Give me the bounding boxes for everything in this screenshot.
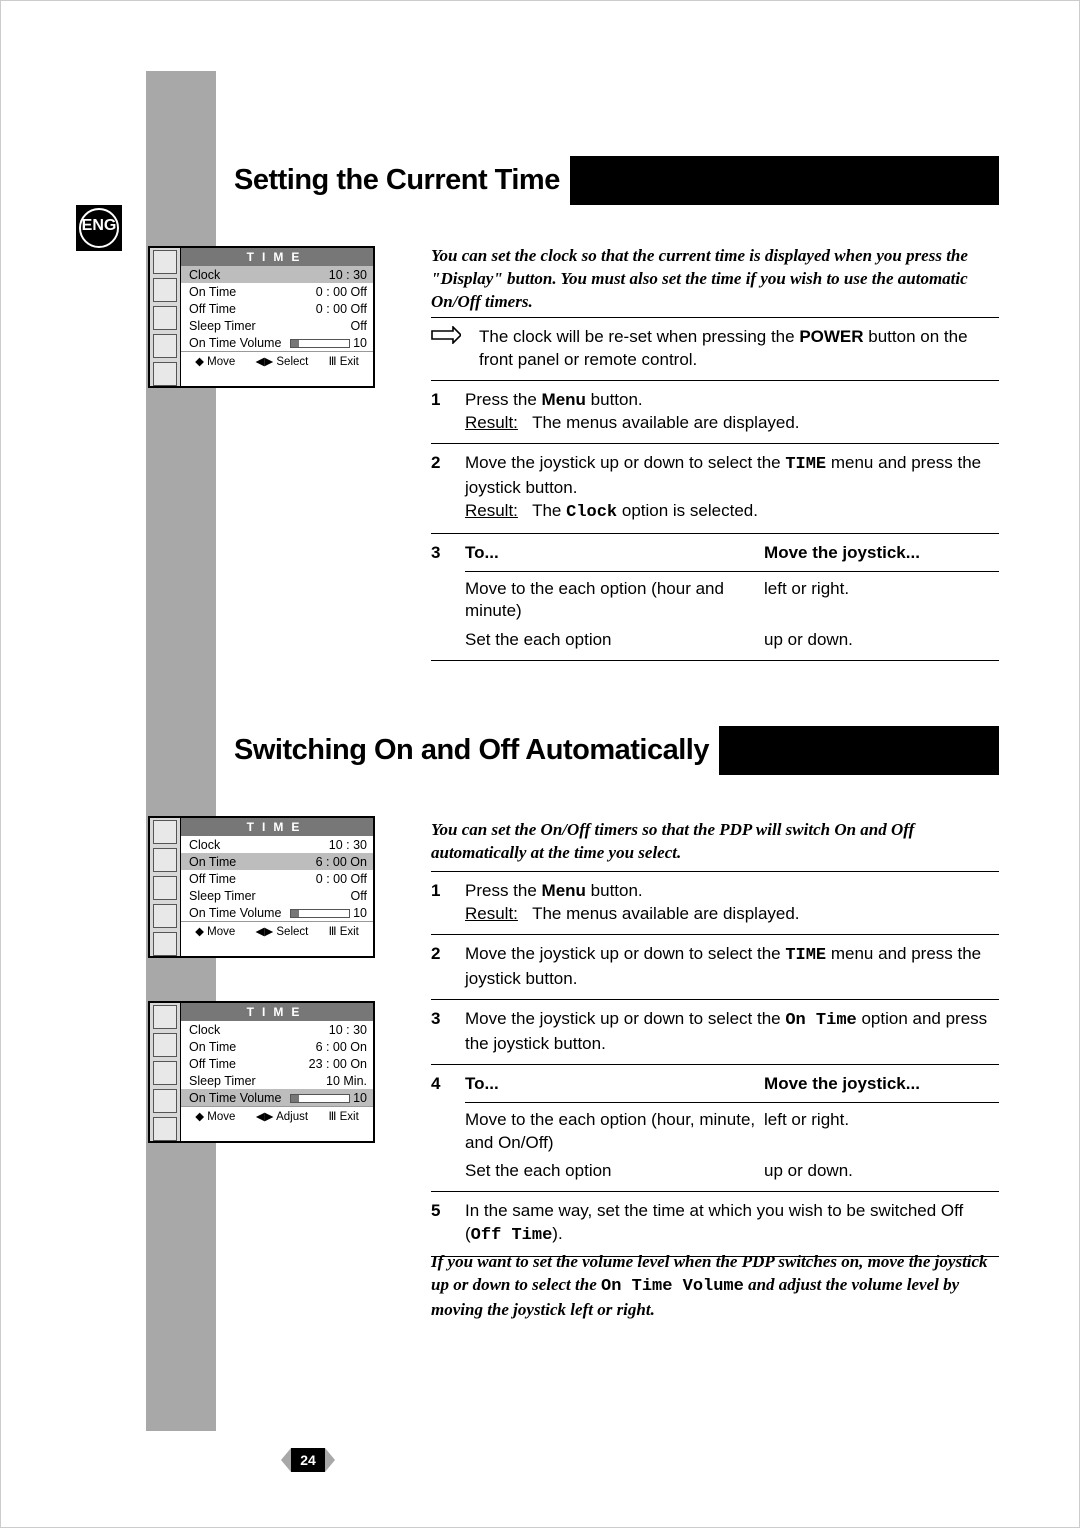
osd-row-volume: On Time Volume 10 (181, 334, 373, 351)
osd-icon (153, 876, 177, 900)
osd-icon (153, 848, 177, 872)
step-row: 3 To...Move the joystick... Move to the … (431, 534, 999, 661)
volume-slider-icon (290, 1094, 350, 1103)
osd-icon (153, 306, 177, 330)
osd-row-clock: Clock10 : 30 (181, 1021, 373, 1038)
osd-footer: ◆ Move ◀▶ Select Ⅲ Exit (181, 921, 373, 940)
osd-row-off-time: Off Time0 : 00 Off (181, 300, 373, 317)
osd-icon (153, 1005, 177, 1029)
divider (465, 1102, 999, 1103)
note-row: The clock will be re-set when pressing t… (431, 318, 999, 380)
divider (431, 660, 999, 661)
osd-icon (153, 278, 177, 302)
osd-icon-rail (150, 1003, 181, 1141)
heading-2-text: Switching On and Off Automatically (216, 726, 719, 775)
osd-row-volume: On Time Volume 10 (181, 904, 373, 921)
osd-screenshot-c: TIME Clock10 : 30 On Time6 : 00 On Off T… (148, 1001, 375, 1143)
osd-row-on-time: On Time6 : 00 On (181, 853, 373, 870)
osd-icon-rail (150, 818, 181, 956)
page-number: 24 (291, 1448, 325, 1472)
heading-1-text: Setting the Current Time (216, 156, 570, 205)
osd-footer: ◆ Move ◀▶ Adjust Ⅲ Exit (181, 1106, 373, 1125)
osd-row-sleep: Sleep Timer10 Min. (181, 1072, 373, 1089)
osd-row-on-time: On Time6 : 00 On (181, 1038, 373, 1055)
language-badge: ENG (76, 205, 122, 251)
osd-title: TIME (181, 818, 373, 836)
note-text: The clock will be re-set when pressing t… (479, 326, 999, 372)
osd-row-clock: Clock10 : 30 (181, 266, 373, 283)
osd-icon (153, 1033, 177, 1057)
osd-icon (153, 334, 177, 358)
osd-icon (153, 1089, 177, 1113)
manual-page: ENG Setting the Current Time TIME Clock1… (0, 0, 1080, 1528)
osd-title: TIME (181, 1003, 373, 1021)
osd-icon (153, 932, 177, 956)
step-row: 2 Move the joystick up or down to select… (431, 935, 999, 999)
osd-row-volume: On Time Volume 10 (181, 1089, 373, 1106)
osd-icon (153, 820, 177, 844)
step-row: 1 Press the Menu button. Result: The men… (431, 381, 999, 443)
osd-row-sleep: Sleep TimerOff (181, 317, 373, 334)
osd-screenshot-b: TIME Clock10 : 30 On Time6 : 00 On Off T… (148, 816, 375, 958)
step-row: 4 To...Move the joystick... Move to the … (431, 1065, 999, 1192)
osd-icon (153, 904, 177, 928)
step-row: 3 Move the joystick up or down to select… (431, 1000, 999, 1064)
volume-slider-icon (290, 339, 350, 348)
language-badge-text: ENG (79, 208, 119, 248)
osd-row-sleep: Sleep TimerOff (181, 887, 373, 904)
volume-slider-icon (290, 909, 350, 918)
osd-title: TIME (181, 248, 373, 266)
section-1-steps: The clock will be re-set when pressing t… (431, 317, 999, 661)
heading-2: Switching On and Off Automatically (216, 726, 999, 775)
section-2-steps: 1 Press the Menu button. Result: The men… (431, 871, 999, 1257)
osd-icon (153, 362, 177, 386)
heading-1: Setting the Current Time (216, 156, 999, 205)
osd-row-off-time: Off Time0 : 00 Off (181, 870, 373, 887)
osd-screenshot-a: TIME Clock10 : 30 On Time0 : 00 Off Off … (148, 246, 375, 388)
osd-icon (153, 1117, 177, 1141)
osd-row-off-time: Off Time23 : 00 On (181, 1055, 373, 1072)
osd-icon (153, 1061, 177, 1085)
step-row: 2 Move the joystick up or down to select… (431, 444, 999, 533)
intro-2: You can set the On/Off timers so that th… (431, 819, 999, 865)
osd-row-on-time: On Time0 : 00 Off (181, 283, 373, 300)
osd-icon-rail (150, 248, 181, 386)
intro-1: You can set the clock so that the curren… (431, 245, 999, 314)
divider (465, 571, 999, 572)
step-row: 5 In the same way, set the time at which… (431, 1192, 999, 1256)
osd-footer: ◆ Move ◀▶ Select Ⅲ Exit (181, 351, 373, 370)
arrow-icon (431, 326, 465, 372)
step-row: 1 Press the Menu button. Result: The men… (431, 872, 999, 934)
outro-note: If you want to set the volume level when… (431, 1251, 999, 1322)
osd-row-clock: Clock10 : 30 (181, 836, 373, 853)
osd-icon (153, 250, 177, 274)
